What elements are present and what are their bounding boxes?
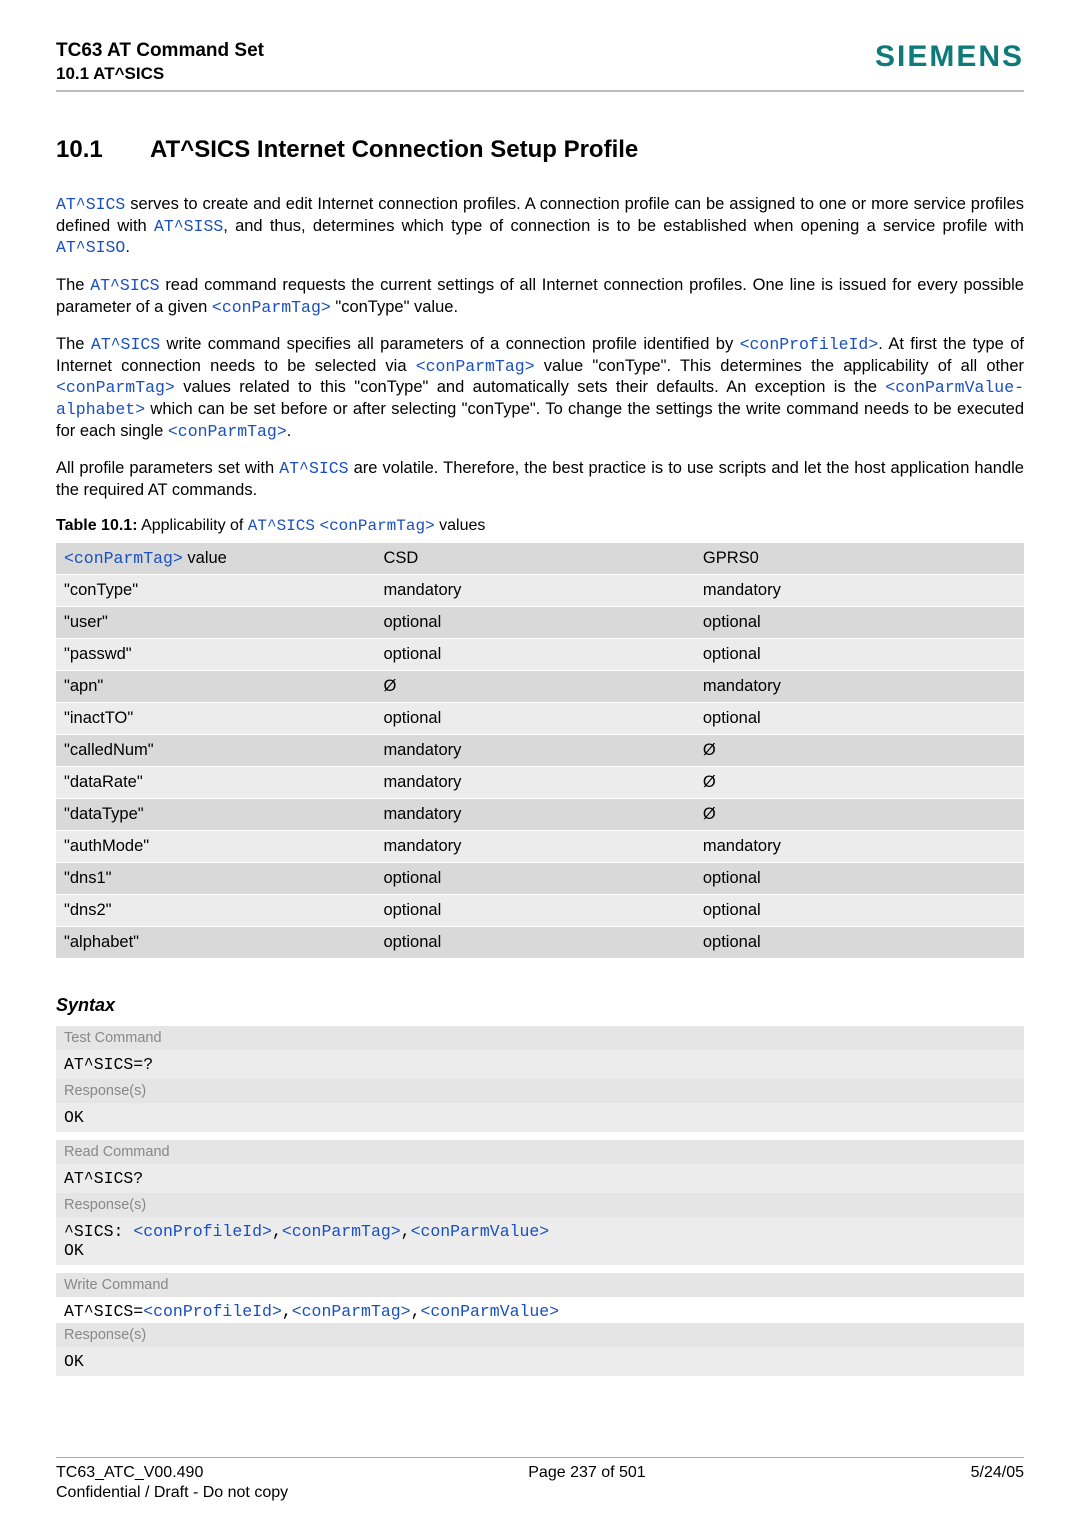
section-heading: 10.1AT^SICS Internet Connection Setup Pr…	[56, 136, 1024, 164]
applicability-table: <conParmTag> value CSD GPRS0 "conType"ma…	[56, 543, 1024, 959]
footer-divider	[56, 1457, 1024, 1458]
cmd-ref[interactable]: AT^SICS	[56, 195, 125, 214]
param-ref[interactable]: <conParmTag>	[282, 1222, 401, 1241]
footer-date: 5/24/05	[971, 1464, 1024, 1482]
cmd-ref[interactable]: AT^SISS	[154, 217, 223, 236]
read-command-block: Read Command AT^SICS? Response(s) ^SICS:…	[56, 1140, 1024, 1265]
table-row: "user"optionaloptional	[56, 606, 1024, 638]
read-command-label: Read Command	[56, 1140, 1024, 1164]
cmd-ref[interactable]: AT^SISO	[56, 238, 125, 257]
footer-page-number: Page 237 of 501	[203, 1464, 970, 1482]
table-row: "alphabet"optionaloptional	[56, 926, 1024, 958]
paragraph-2: The AT^SICS read command requests the cu…	[56, 275, 1024, 318]
table-row: "dataRate"mandatoryØ	[56, 766, 1024, 798]
table-row: "dataType"mandatoryØ	[56, 798, 1024, 830]
param-ref[interactable]: <conParmValue>	[420, 1302, 559, 1321]
test-command-block: Test Command AT^SICS=? Response(s) OK	[56, 1026, 1024, 1132]
param-ref[interactable]: <conParmTag>	[64, 549, 183, 568]
param-ref[interactable]: <conParmTag>	[56, 378, 175, 397]
paragraph-4: All profile parameters set with AT^SICS …	[56, 458, 1024, 500]
test-command-label: Test Command	[56, 1026, 1024, 1050]
paragraph-3: The AT^SICS write command specifies all …	[56, 334, 1024, 442]
read-command: AT^SICS?	[56, 1164, 1024, 1193]
brand-logo: SIEMENS	[875, 40, 1024, 74]
table-row: "apn"Ømandatory	[56, 670, 1024, 702]
param-ref[interactable]: <conParmTag>	[319, 517, 434, 535]
write-command: AT^SICS=<conProfileId>,<conParmTag>,<con…	[56, 1297, 1024, 1323]
table-row: "calledNum"mandatoryØ	[56, 734, 1024, 766]
test-response: OK	[56, 1103, 1024, 1132]
param-ref[interactable]: <conParmTag>	[292, 1302, 411, 1321]
syntax-heading: Syntax	[56, 995, 1024, 1016]
table-row: "authMode"mandatorymandatory	[56, 830, 1024, 862]
footer-confidential: Confidential / Draft - Do not copy	[56, 1484, 1024, 1502]
param-ref[interactable]: <conProfileId>	[740, 335, 879, 354]
table-row: "dns1"optionaloptional	[56, 862, 1024, 894]
page-header: TC63 AT Command Set 10.1 AT^SICS SIEMENS	[56, 40, 1024, 84]
doc-subtitle: 10.1 AT^SICS	[56, 64, 264, 84]
table-row: "dns2"optionaloptional	[56, 894, 1024, 926]
section-title-text: AT^SICS Internet Connection Setup Profil…	[150, 136, 638, 163]
param-ref[interactable]: <conProfileId>	[143, 1302, 282, 1321]
section-number: 10.1	[56, 136, 150, 164]
cmd-ref[interactable]: AT^SICS	[91, 335, 160, 354]
test-command: AT^SICS=?	[56, 1050, 1024, 1079]
write-command-block: Write Command AT^SICS=<conProfileId>,<co…	[56, 1273, 1024, 1376]
param-ref[interactable]: <conParmValue>	[411, 1222, 550, 1241]
read-response: ^SICS: <conProfileId>,<conParmTag>,<conP…	[56, 1217, 1024, 1265]
footer-doc-id: TC63_ATC_V00.490	[56, 1464, 203, 1482]
cmd-ref[interactable]: AT^SICS	[248, 517, 315, 535]
table-row: "inactTO"optionaloptional	[56, 702, 1024, 734]
param-ref[interactable]: <conProfileId>	[133, 1222, 272, 1241]
param-ref[interactable]: <conParmTag>	[212, 298, 331, 317]
param-ref[interactable]: <conParmTag>	[416, 357, 535, 376]
table-header-row: <conParmTag> value CSD GPRS0	[56, 543, 1024, 575]
table-row: "passwd"optionaloptional	[56, 638, 1024, 670]
response-label: Response(s)	[56, 1193, 1024, 1217]
cmd-ref[interactable]: AT^SICS	[90, 276, 159, 295]
write-response: OK	[56, 1347, 1024, 1376]
response-label: Response(s)	[56, 1323, 1024, 1347]
table-row: "conType"mandatorymandatory	[56, 574, 1024, 606]
doc-title: TC63 AT Command Set	[56, 40, 264, 62]
paragraph-1: AT^SICS serves to create and edit Intern…	[56, 194, 1024, 259]
table-header: CSD	[375, 543, 694, 575]
param-ref[interactable]: <conParmTag>	[168, 422, 287, 441]
cmd-ref[interactable]: AT^SICS	[279, 459, 348, 478]
page-footer: TC63_ATC_V00.490 Page 237 of 501 5/24/05…	[56, 1457, 1024, 1502]
header-divider	[56, 90, 1024, 92]
table-caption: Table 10.1: Applicability of AT^SICS <co…	[56, 517, 1024, 535]
write-command-label: Write Command	[56, 1273, 1024, 1297]
response-label: Response(s)	[56, 1079, 1024, 1103]
table-header: GPRS0	[695, 543, 1024, 575]
